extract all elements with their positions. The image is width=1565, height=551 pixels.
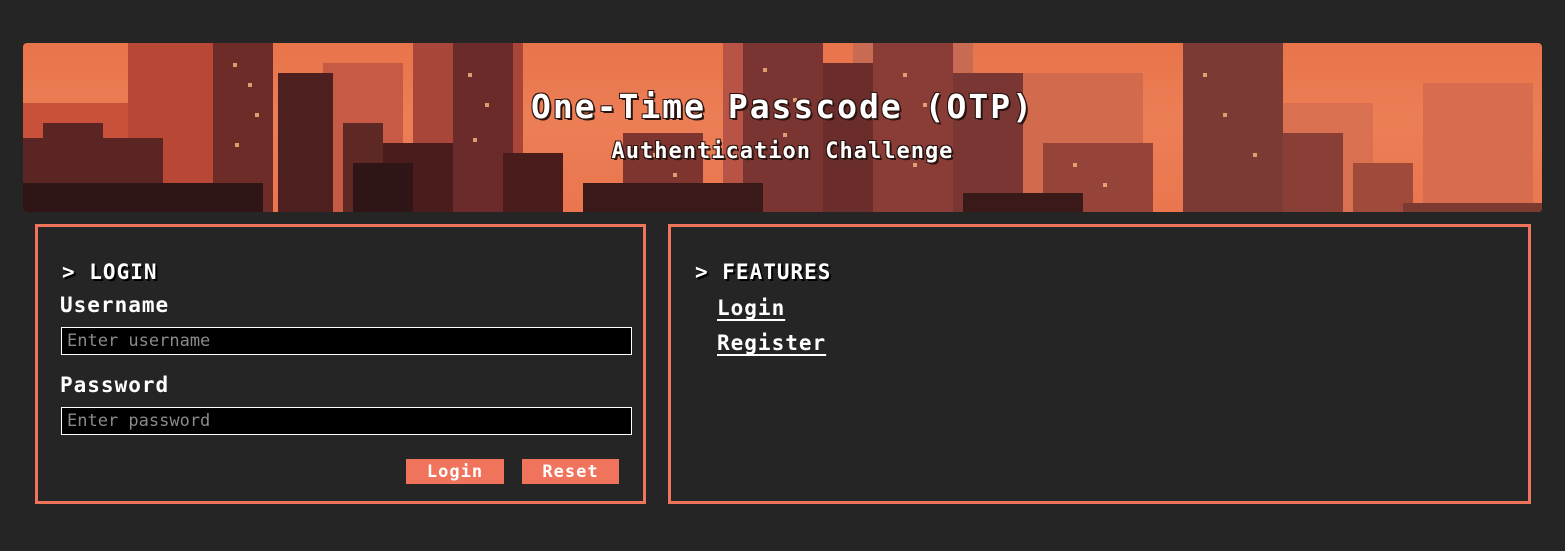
login-heading: > LOGIN <box>62 260 158 284</box>
page-title: One-Time Passcode (OTP) <box>531 87 1034 126</box>
city-skyline-illustration <box>23 43 1542 212</box>
password-input[interactable] <box>61 407 632 435</box>
login-button[interactable]: Login <box>406 459 504 484</box>
username-input[interactable] <box>61 327 632 355</box>
reset-button[interactable]: Reset <box>522 459 619 484</box>
features-heading: > FEATURES <box>695 260 832 284</box>
password-label: Password <box>60 373 170 397</box>
page: One-Time Passcode (OTP) Authentication C… <box>0 0 1565 551</box>
page-subtitle: Authentication Challenge <box>611 139 954 164</box>
username-label: Username <box>60 293 170 317</box>
login-panel: > LOGIN Username Password Login Reset <box>35 224 646 504</box>
header-banner: One-Time Passcode (OTP) Authentication C… <box>23 43 1542 212</box>
register-link[interactable]: Register <box>717 331 826 355</box>
login-link[interactable]: Login <box>717 296 785 320</box>
features-panel: > FEATURES Login Register <box>668 224 1531 504</box>
